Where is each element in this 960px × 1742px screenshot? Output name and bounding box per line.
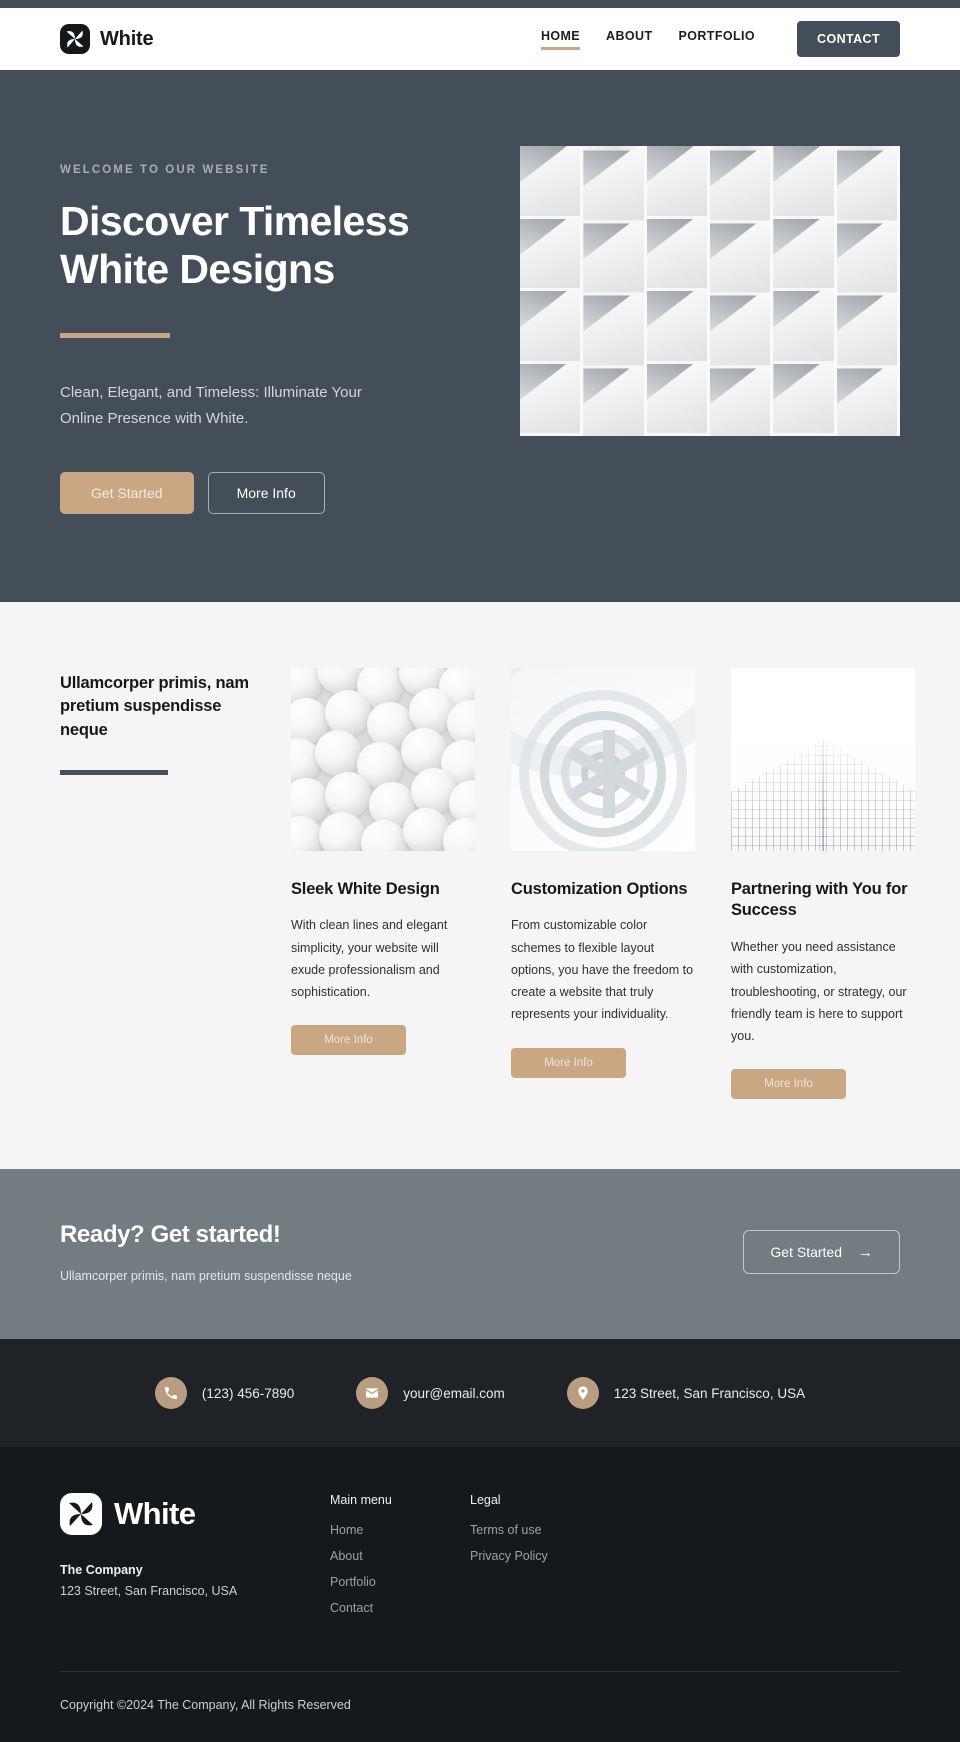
hero-subtitle: Clean, Elegant, and Timeless: Illuminate… — [60, 384, 362, 427]
facade-pattern — [520, 146, 900, 436]
hero-more-info-button[interactable]: More Info — [207, 471, 325, 514]
email-address: your@email.com — [403, 1385, 505, 1401]
envelope-icon — [356, 1377, 389, 1410]
nav-item-home[interactable]: HOME — [540, 29, 581, 50]
footer-company-name: The Company — [60, 1563, 143, 1578]
cta-section: Ready? Get started! Ullamcorper primis, … — [0, 1169, 960, 1340]
footer-bottom: Copyright ©2024 The Company, All Rights … — [60, 1671, 900, 1742]
features-section: Ullamcorper primis, nam pretium suspendi… — [0, 601, 960, 1170]
feature-card-title: Customization Options — [511, 879, 688, 898]
contact-email[interactable]: your@email.com — [356, 1377, 505, 1410]
contact-bar: (123) 456-7890 your@email.com 123 Street… — [0, 1339, 960, 1448]
top-accent-strip — [0, 0, 960, 8]
footer-company-address: 123 Street, San Francisco, USA — [60, 1584, 238, 1599]
brand-logo[interactable]: White — [60, 24, 154, 54]
copyright-text: Copyright ©2024 The Company, All Rights … — [60, 1698, 351, 1713]
cta-get-started-button[interactable]: Get Started → — [743, 1230, 900, 1275]
brand-name: White — [100, 27, 154, 50]
hero-facade-image — [520, 146, 900, 436]
hero-actions: Get Started More Info — [60, 471, 480, 514]
feature-card-title: Sleek White Design — [291, 879, 440, 898]
contact-phone[interactable]: (123) 456-7890 — [154, 1377, 295, 1410]
spheres-art — [291, 667, 475, 851]
feature-card-text: Whether you need assistance with customi… — [731, 940, 907, 1044]
feature-card: Sleek White Design With clean lines and … — [291, 667, 475, 1100]
site-header: White HOME ABOUT PORTFOLIO CONTACT — [0, 8, 960, 70]
feature-card-list: Sleek White Design With clean lines and … — [291, 667, 915, 1100]
footer-legal-column: Legal Terms of use Privacy Policy — [470, 1493, 610, 1575]
feature-card: Partnering with You for Success Whether … — [731, 667, 915, 1100]
footer-legal-title: Legal — [470, 1493, 501, 1508]
landing-page: White HOME ABOUT PORTFOLIO CONTACT WELCO… — [0, 0, 960, 1742]
cta-text-block: Ready? Get started! Ullamcorper primis, … — [60, 1221, 743, 1283]
feature-card-text: With clean lines and elegant simplicity,… — [291, 918, 448, 1000]
arrow-right-icon: → — [858, 1243, 873, 1261]
footer-brand-block: White The Company 123 Street, San Franci… — [60, 1493, 330, 1598]
nav-item-about[interactable]: ABOUT — [606, 29, 652, 50]
feature-card-image-spiral — [511, 667, 695, 851]
street-address: 123 Street, San Francisco, USA — [613, 1385, 806, 1401]
nav-item-portfolio[interactable]: PORTFOLIO — [679, 29, 756, 50]
hero-section: WELCOME TO OUR WEBSITE Discover Timeless… — [0, 70, 960, 602]
footer-menu-column: Main menu Home About Portfolio Contact — [330, 1493, 470, 1627]
contact-address[interactable]: 123 Street, San Francisco, USA — [566, 1377, 806, 1410]
spiral-staircase-art — [511, 667, 695, 851]
features-heading-block: Ullamcorper primis, nam pretium suspendi… — [60, 668, 255, 775]
phone-number: (123) 456-7890 — [201, 1385, 295, 1401]
site-footer: White The Company 123 Street, San Franci… — [0, 1447, 960, 1742]
footer-logo[interactable]: White — [60, 1493, 330, 1536]
footer-menu-title: Main menu — [330, 1493, 392, 1508]
cta-subtitle: Ullamcorper primis, nam pretium suspendi… — [60, 1269, 352, 1284]
hero-get-started-button[interactable]: Get Started — [60, 471, 194, 514]
contact-button[interactable]: CONTACT — [797, 21, 900, 57]
footer-link-portfolio[interactable]: Portfolio — [330, 1575, 470, 1589]
footer-top: White The Company 123 Street, San Franci… — [60, 1493, 900, 1671]
feature-card-more-info-button[interactable]: More Info — [511, 1047, 626, 1078]
feature-card: Customization Options From customizable … — [511, 667, 695, 1100]
cta-button-label: Get Started — [770, 1244, 842, 1261]
footer-brand-name: White — [114, 1496, 196, 1532]
hero-image-wrap — [520, 142, 900, 436]
feature-card-more-info-button[interactable]: More Info — [291, 1025, 406, 1056]
primary-nav: HOME ABOUT PORTFOLIO CONTACT — [540, 21, 900, 57]
feature-card-more-info-button[interactable]: More Info — [731, 1069, 846, 1100]
hero-eyebrow: WELCOME TO OUR WEBSITE — [60, 164, 270, 176]
cta-title: Ready? Get started! — [60, 1221, 281, 1249]
pinwheel-logo-icon — [60, 24, 90, 54]
phone-icon — [154, 1377, 187, 1410]
footer-link-contact[interactable]: Contact — [330, 1601, 470, 1615]
features-rule — [60, 769, 168, 775]
footer-link-about[interactable]: About — [330, 1549, 470, 1563]
pinwheel-logo-icon — [60, 1493, 102, 1536]
feature-card-image-skyscraper — [731, 667, 915, 851]
hero-content: WELCOME TO OUR WEBSITE Discover Timeless… — [60, 142, 480, 514]
feature-card-title: Partnering with You for Success — [731, 879, 908, 920]
footer-link-home[interactable]: Home — [330, 1523, 470, 1537]
location-pin-icon — [566, 1377, 599, 1410]
hero-title: Discover Timeless White Designs — [60, 198, 410, 292]
footer-link-terms[interactable]: Terms of use — [470, 1523, 610, 1537]
feature-card-text: From customizable color schemes to flexi… — [511, 918, 694, 1022]
footer-link-privacy[interactable]: Privacy Policy — [470, 1549, 610, 1563]
feature-card-image-spheres — [291, 667, 475, 851]
skyscraper-art — [731, 667, 915, 851]
hero-accent-rule — [60, 333, 170, 339]
features-heading: Ullamcorper primis, nam pretium suspendi… — [60, 673, 249, 739]
